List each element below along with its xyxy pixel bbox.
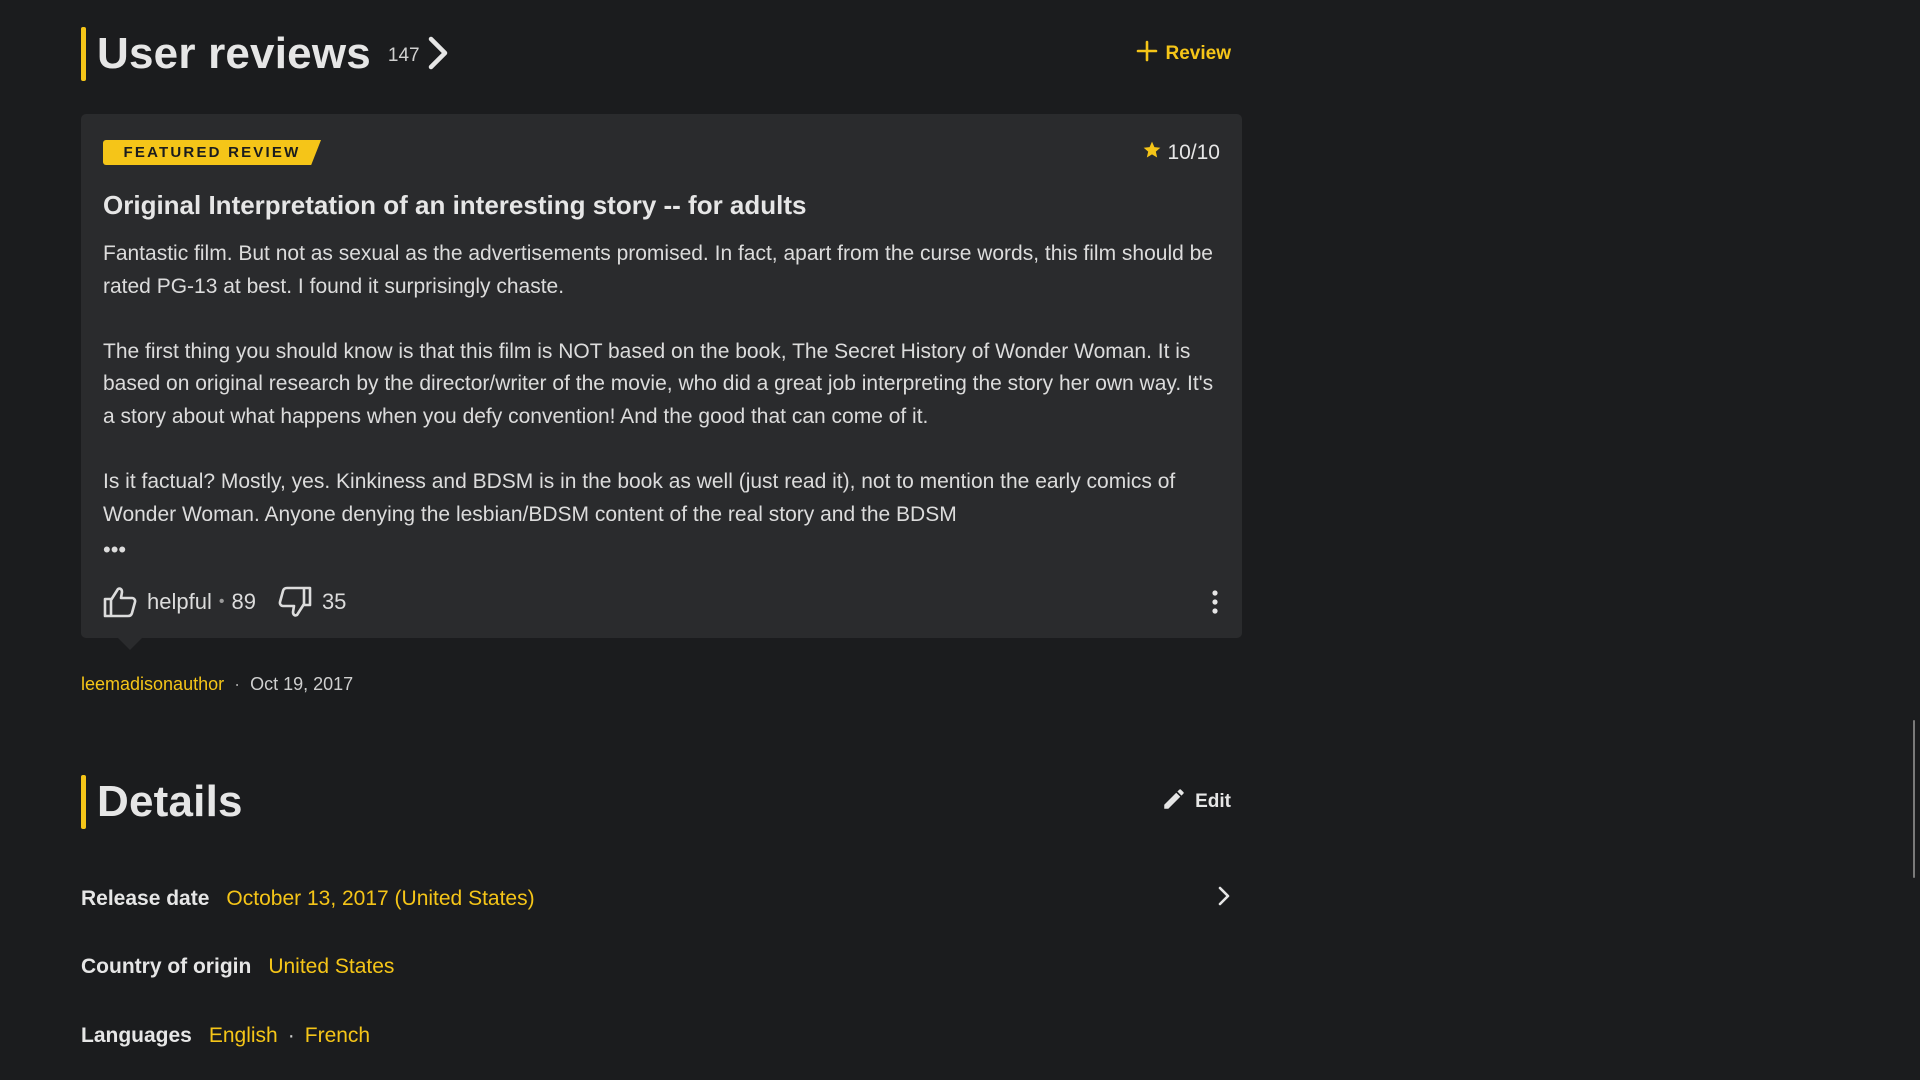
pencil-icon: [1161, 786, 1187, 818]
chevron-right-icon[interactable]: [426, 36, 450, 75]
edit-label: Edit: [1195, 791, 1231, 812]
language-english[interactable]: English: [209, 1024, 278, 1048]
review-paragraph: Is it factual? Mostly, yes. Kinkiness an…: [103, 470, 1176, 526]
country-value[interactable]: United States: [268, 955, 394, 979]
review-title[interactable]: Original Interpretation of an interestin…: [103, 190, 807, 221]
plus-icon: [1136, 40, 1158, 68]
language-french[interactable]: French: [305, 1024, 370, 1048]
details-header: Details Edit: [81, 775, 1231, 829]
review-rating: 10/10: [1142, 140, 1220, 166]
review-count[interactable]: 147: [388, 45, 420, 67]
helpful-separator: •: [218, 593, 225, 610]
helpful-label: helpful: [147, 589, 212, 614]
rating-value: 10/10: [1167, 141, 1220, 164]
review-author-row: leemadisonauthor · Oct 19, 2017: [81, 674, 353, 695]
more-vertical-icon[interactable]: [1210, 589, 1220, 615]
languages-label: Languages: [81, 1024, 192, 1047]
helpful-count: 89: [231, 589, 256, 614]
languages-row: Languages English · French: [81, 1021, 1231, 1051]
release-date-label: Release date: [81, 887, 210, 910]
thumb-up-icon[interactable]: [103, 586, 137, 618]
author-date-separator: ·: [234, 674, 241, 694]
chevron-right-icon[interactable]: [1217, 886, 1231, 912]
release-date-row[interactable]: Release date October 13, 2017 (United St…: [81, 884, 1231, 914]
details-title: Details: [97, 777, 243, 826]
review-body-clip: Fantastic film. But not as sexual as the…: [103, 238, 1223, 564]
card-pointer: [117, 637, 143, 650]
star-icon: [1142, 140, 1162, 166]
add-review-label: Review: [1165, 43, 1231, 64]
expand-review-button[interactable]: •••: [103, 534, 133, 566]
languages-separator: ·: [287, 1024, 295, 1047]
featured-review-badge: FEATURED REVIEW: [103, 140, 321, 165]
featured-review-card: FEATURED REVIEW 10/10 Original Interpret…: [81, 114, 1242, 638]
page-scrollbar[interactable]: [1913, 720, 1915, 878]
page: User reviews 147 Review FEATURED REVIEW …: [0, 0, 1920, 1080]
review-date: Oct 19, 2017: [250, 674, 354, 694]
section-accent-bar: [81, 27, 86, 81]
review-paragraph: Fantastic film. But not as sexual as the…: [103, 242, 1213, 298]
thumb-down-icon[interactable]: [278, 586, 312, 618]
user-reviews-header: User reviews 147 Review: [81, 27, 1231, 81]
review-body: Fantastic film. But not as sexual as the…: [103, 238, 1223, 531]
review-author-link[interactable]: leemadisonauthor: [81, 674, 224, 695]
review-paragraph: The first thing you should know is that …: [103, 339, 1214, 428]
section-accent-bar: [81, 775, 86, 829]
review-vote-row: helpful • 89 35: [103, 582, 1220, 622]
add-review-button[interactable]: Review: [1136, 40, 1231, 68]
country-of-origin-row: Country of origin United States: [81, 952, 1231, 982]
edit-details-button[interactable]: Edit: [1161, 786, 1231, 818]
country-label: Country of origin: [81, 955, 252, 978]
user-reviews-title[interactable]: User reviews: [97, 29, 371, 79]
unhelpful-count: 35: [321, 589, 347, 614]
release-date-value[interactable]: October 13, 2017 (United States): [226, 887, 534, 911]
